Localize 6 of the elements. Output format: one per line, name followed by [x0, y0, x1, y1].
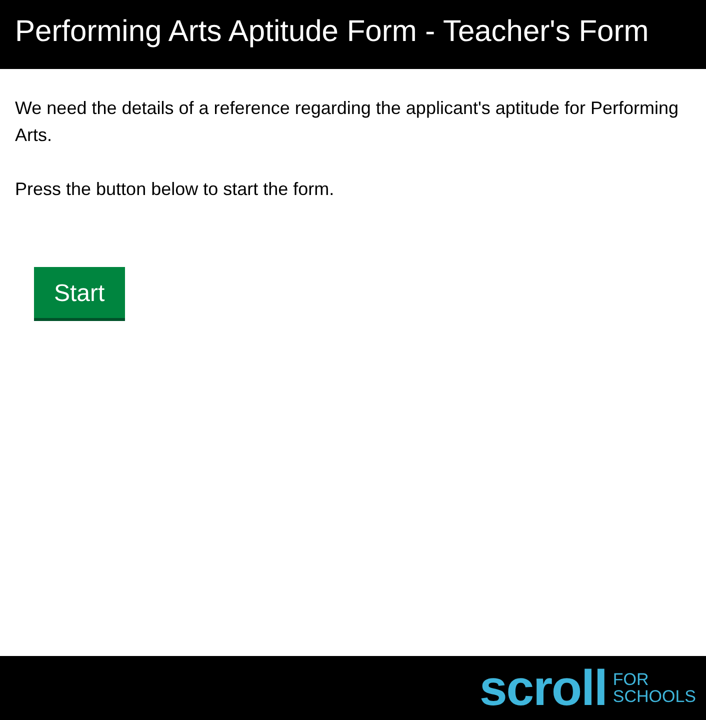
logo-tagline: FOR SCHOOLS: [612, 671, 696, 705]
instruction-text: We need the details of a reference regarding the applicant's aptitude for Performing Arts.: [15, 97, 680, 147]
start-button[interactable]: Start: [34, 267, 125, 321]
logo-wordmark: scroll: [479, 663, 607, 713]
page-title: Performing Arts Aptitude Form - Teacher's Form: [15, 14, 650, 49]
instruction-text: Press the button below to start the form.: [15, 178, 336, 201]
